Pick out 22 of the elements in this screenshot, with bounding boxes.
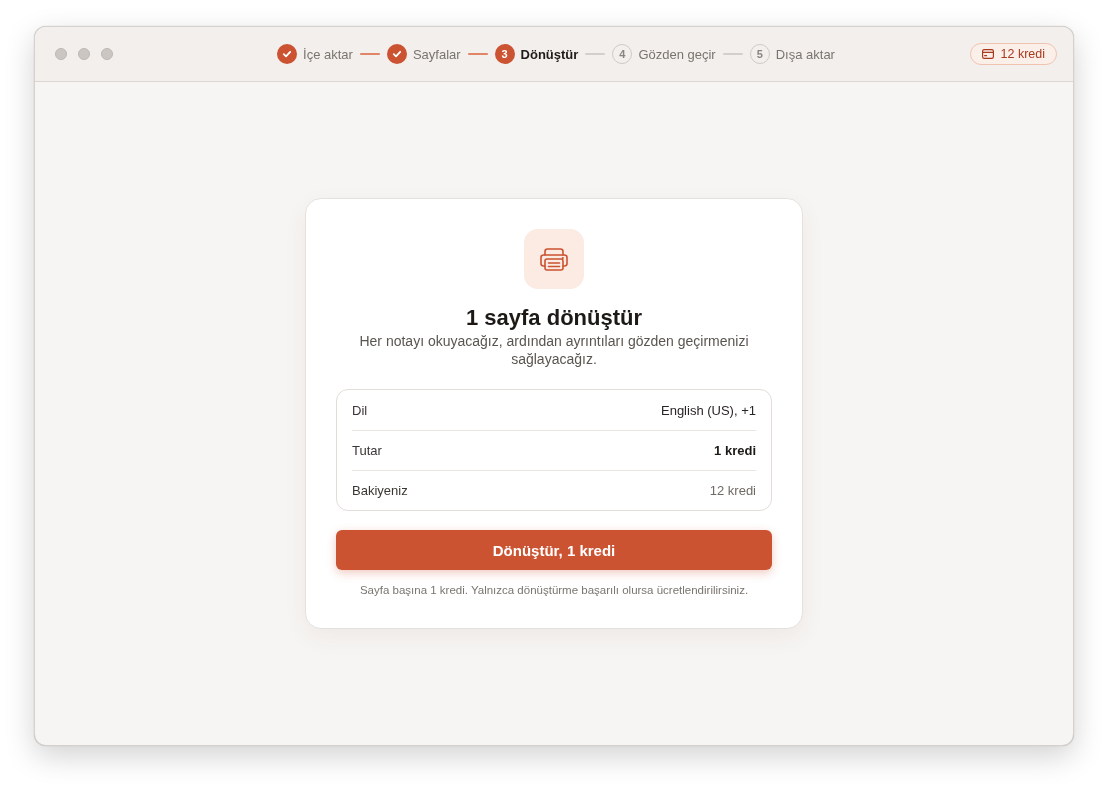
step-number: 3 [494, 44, 515, 64]
window-control-icon[interactable] [101, 48, 113, 60]
step-label: Gözden geçir [638, 46, 716, 62]
card-icon [981, 49, 994, 59]
summary-label: Tutar [352, 443, 382, 458]
step-label: Dışa aktar [775, 46, 835, 62]
step-label: Sayfalar [412, 46, 461, 62]
pricing-note: Sayfa başına 1 kredi. Yalnızca dönüştürme başarılı olursa ücretlendirilirsiniz. [359, 583, 749, 597]
summary-label: Bakiyeniz [352, 483, 408, 498]
window-control-icon[interactable] [55, 48, 67, 60]
printer-icon [524, 229, 584, 289]
convert-button[interactable]: Dönüştür, 1 kredi [336, 530, 772, 570]
summary-value: 1 kredi [714, 443, 756, 458]
card-title: 1 sayfa dönüştür [465, 304, 642, 332]
summary-value: English (US), +1 [661, 402, 756, 418]
step-label: İçe aktar [303, 46, 353, 62]
step-label: Dönüştür [520, 46, 579, 62]
summary-label: Dil [352, 402, 368, 418]
summary-value: 12 kredi [709, 483, 756, 498]
credit-badge[interactable]: 12 kredi [969, 43, 1057, 65]
window-control-icon[interactable] [78, 48, 90, 60]
card-subtitle: Her notayı okuyacağız, ardından ayrıntıları gözden geçirmenizi sağlayacağız. [358, 332, 750, 368]
